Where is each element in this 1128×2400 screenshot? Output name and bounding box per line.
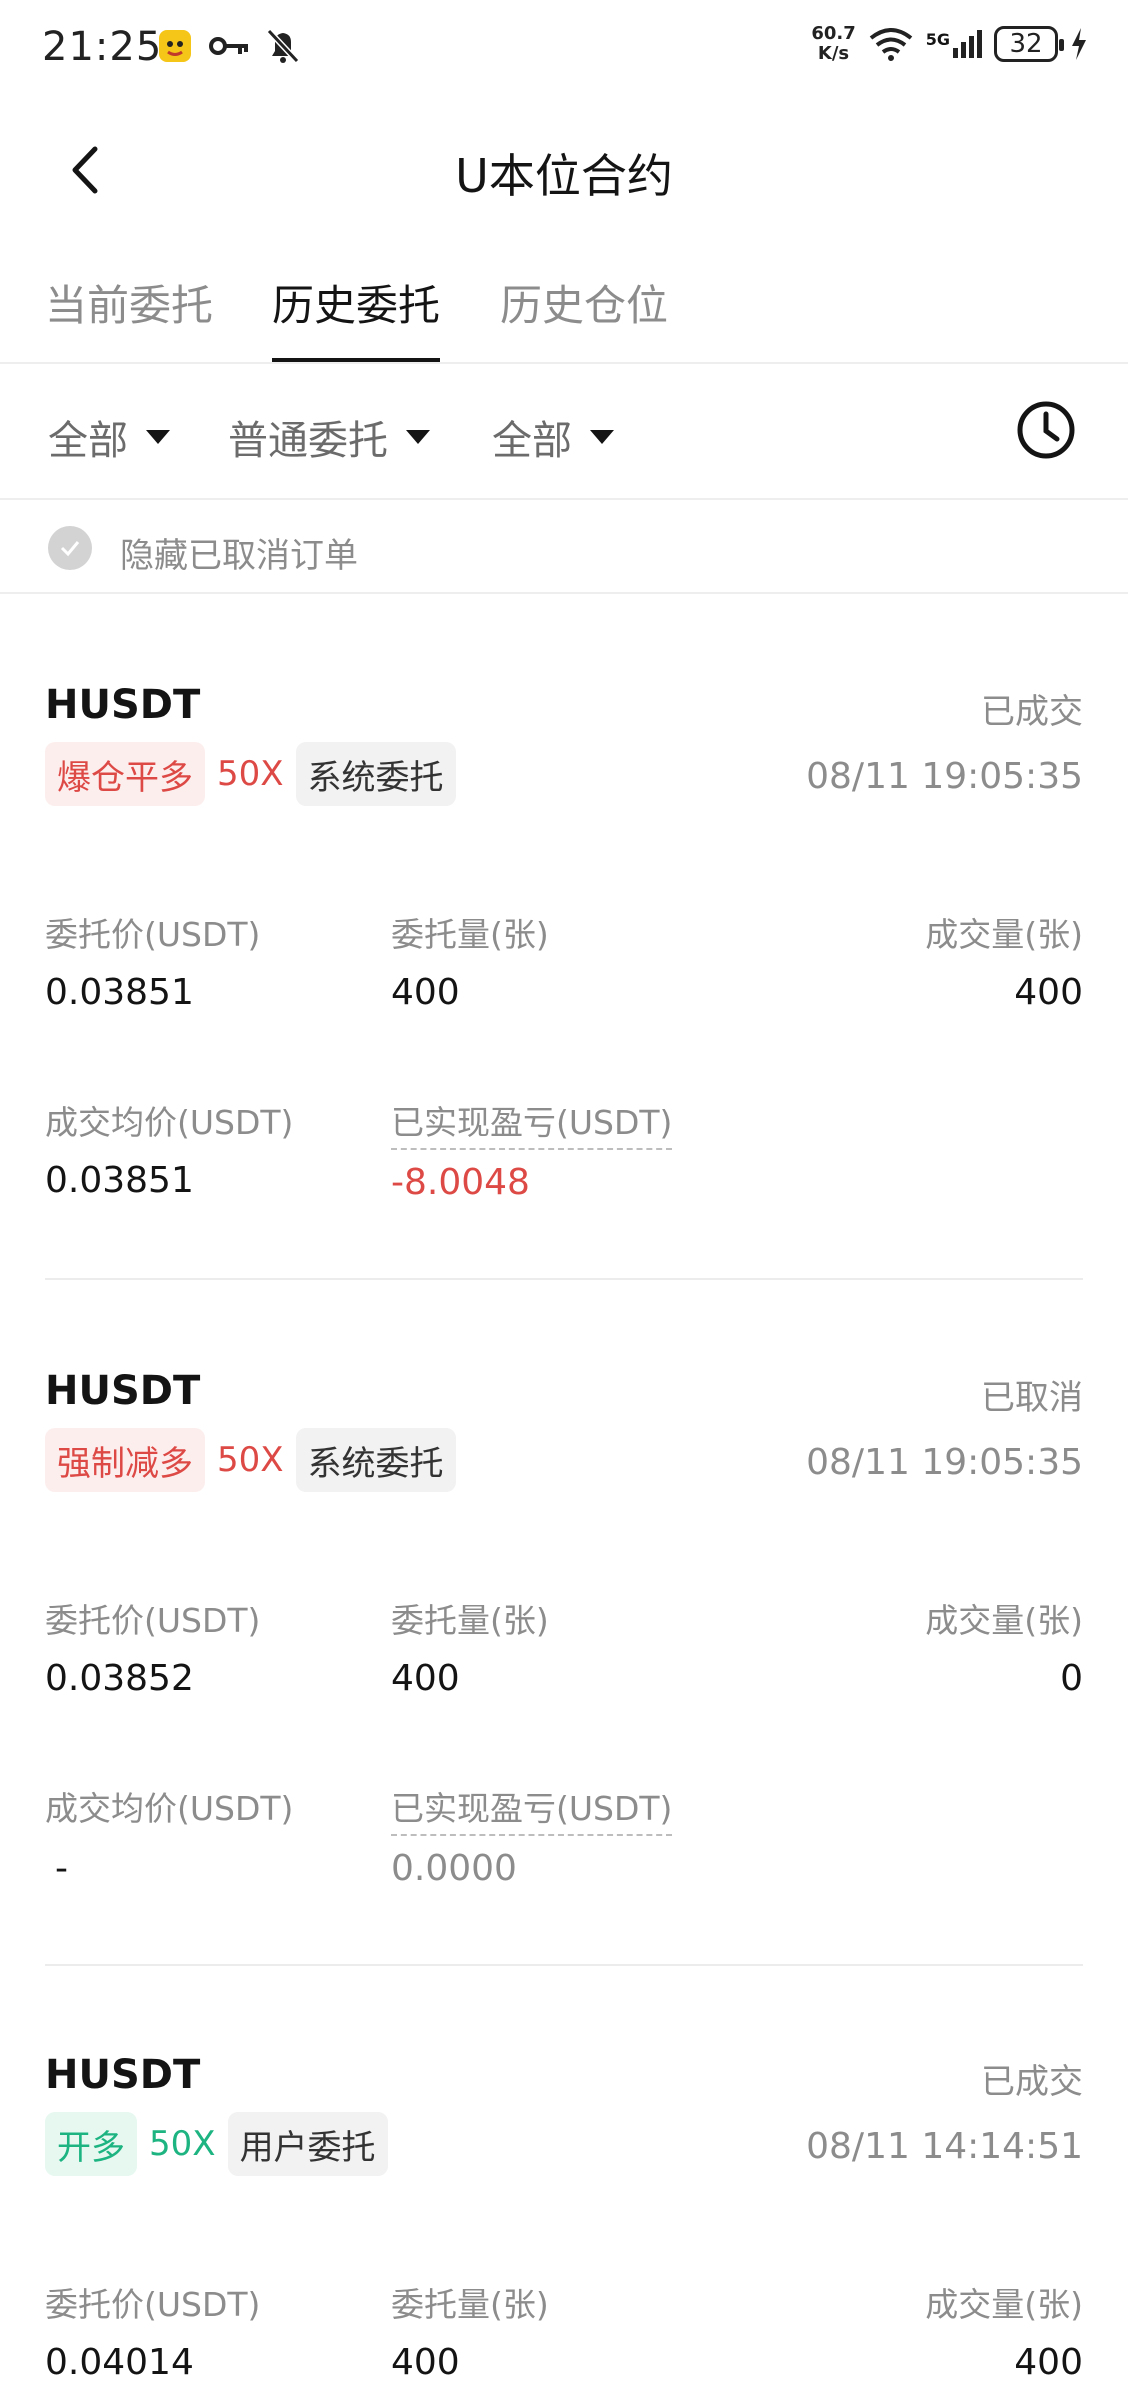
- order-source-tag: 系统委托: [295, 742, 456, 806]
- signal-icon: 5G: [926, 30, 982, 58]
- order-price-value: 0.03851: [45, 972, 194, 1013]
- order-status: 已成交: [981, 2062, 1083, 2102]
- order-side-tag: 开多: [45, 2112, 137, 2176]
- time-filter-button[interactable]: [1014, 398, 1078, 462]
- filled-qty-label: 成交量(张): [925, 1601, 1083, 1640]
- order-card[interactable]: HUSDT 已成交 开多 50X 用户委托 08/11 14:14:51 委托价…: [45, 2052, 1083, 2400]
- realized-pnl-label[interactable]: 已实现盈亏(USDT): [391, 1096, 673, 1150]
- caret-down-icon: [146, 430, 170, 444]
- order-price-label: 委托价(USDT): [45, 2285, 261, 2324]
- card-divider: [45, 1964, 1083, 1966]
- hide-cancelled-checkbox[interactable]: [48, 526, 92, 570]
- filled-qty-label: 成交量(张): [925, 915, 1083, 954]
- order-card[interactable]: HUSDT 已成交 爆仓平多 50X 系统委托 08/11 19:05:35 委…: [45, 682, 1083, 1222]
- bell-muted-icon: [266, 28, 300, 64]
- order-tags: 强制减多 50X 系统委托: [45, 1428, 456, 1492]
- avg-price-value: -: [55, 1848, 68, 1889]
- order-tags: 开多 50X 用户委托: [45, 2112, 388, 2176]
- network-speed: 60.7 K/s: [811, 23, 856, 64]
- filled-qty-value: 0: [1060, 1658, 1083, 1699]
- order-qty-value: 400: [391, 2342, 460, 2383]
- filter-bar: 全部 普通委托 全部: [0, 366, 1128, 500]
- order-qty-label: 委托量(张): [391, 1601, 549, 1640]
- realized-pnl-value: 0.0000: [391, 1848, 517, 1889]
- order-time: 08/11 19:05:35: [806, 1442, 1083, 1483]
- card-divider: [45, 1278, 1083, 1280]
- hide-cancelled-row: 隐藏已取消订单: [0, 502, 1128, 594]
- battery-indicator: 32: [994, 26, 1064, 62]
- tab-order-history[interactable]: 历史委托: [272, 272, 440, 333]
- avg-price-label: 成交均价(USDT): [45, 1789, 294, 1828]
- order-time: 08/11 14:14:51: [806, 2126, 1083, 2167]
- tab-bar: 当前委托 历史委托 历史仓位: [0, 240, 1128, 364]
- order-qty-value: 400: [391, 972, 460, 1013]
- app-header: U本位合约: [0, 110, 1128, 230]
- caret-down-icon: [406, 430, 430, 444]
- order-price-label: 委托价(USDT): [45, 1601, 261, 1640]
- status-bar: 21:25 60.7 K/s 5G 32: [0, 0, 1128, 100]
- tab-current-orders[interactable]: 当前委托: [45, 272, 213, 333]
- order-symbol: HUSDT: [45, 2052, 201, 2098]
- filter-order-type-dropdown[interactable]: 普通委托: [228, 408, 430, 466]
- realized-pnl-value: -8.0048: [391, 1162, 530, 1203]
- order-qty-value: 400: [391, 1658, 460, 1699]
- order-qty-label: 委托量(张): [391, 2285, 549, 2324]
- avg-price-value: 0.03851: [45, 1160, 194, 1201]
- filter-contract-dropdown[interactable]: 全部: [48, 408, 170, 466]
- caret-down-icon: [590, 430, 614, 444]
- order-time: 08/11 19:05:35: [806, 756, 1083, 797]
- app-notification-icon: [159, 30, 191, 62]
- order-side-tag: 爆仓平多: [45, 742, 205, 806]
- filled-qty-value: 400: [1014, 2342, 1083, 2383]
- status-time: 21:25: [42, 24, 163, 70]
- wifi-icon: [869, 28, 912, 61]
- order-symbol: HUSDT: [45, 682, 201, 728]
- page-title: U本位合约: [455, 149, 673, 203]
- status-icons-left: [158, 28, 300, 64]
- order-price-value: 0.04014: [45, 2342, 194, 2383]
- check-icon: [60, 541, 80, 557]
- clock-icon: [1017, 401, 1075, 459]
- order-side-tag: 强制减多: [45, 1428, 205, 1492]
- filled-qty-label: 成交量(张): [925, 2285, 1083, 2324]
- status-icons-right: 60.7 K/s 5G 32: [811, 24, 1088, 64]
- active-tab-indicator: [272, 358, 440, 362]
- order-source-tag: 用户委托: [227, 2112, 388, 2176]
- order-price-value: 0.03852: [45, 1658, 194, 1699]
- avg-price-label: 成交均价(USDT): [45, 1103, 294, 1142]
- filled-qty-value: 400: [1014, 972, 1083, 1013]
- leverage-label: 50X: [149, 2124, 216, 2164]
- order-card[interactable]: HUSDT 已取消 强制减多 50X 系统委托 08/11 19:05:35 委…: [45, 1368, 1083, 1908]
- hide-cancelled-label: 隐藏已取消订单: [120, 536, 358, 576]
- key-icon: [209, 37, 248, 55]
- order-price-label: 委托价(USDT): [45, 915, 261, 954]
- charging-icon: [1072, 28, 1086, 60]
- order-status: 已取消: [981, 1378, 1083, 1418]
- tab-position-history[interactable]: 历史仓位: [500, 272, 668, 333]
- order-tags: 爆仓平多 50X 系统委托: [45, 742, 456, 806]
- order-qty-label: 委托量(张): [391, 915, 549, 954]
- order-source-tag: 系统委托: [295, 1428, 456, 1492]
- realized-pnl-label[interactable]: 已实现盈亏(USDT): [391, 1782, 673, 1836]
- filter-side-dropdown[interactable]: 全部: [492, 408, 614, 466]
- order-symbol: HUSDT: [45, 1368, 201, 1414]
- leverage-label: 50X: [217, 754, 284, 794]
- leverage-label: 50X: [217, 1440, 284, 1480]
- order-status: 已成交: [981, 692, 1083, 732]
